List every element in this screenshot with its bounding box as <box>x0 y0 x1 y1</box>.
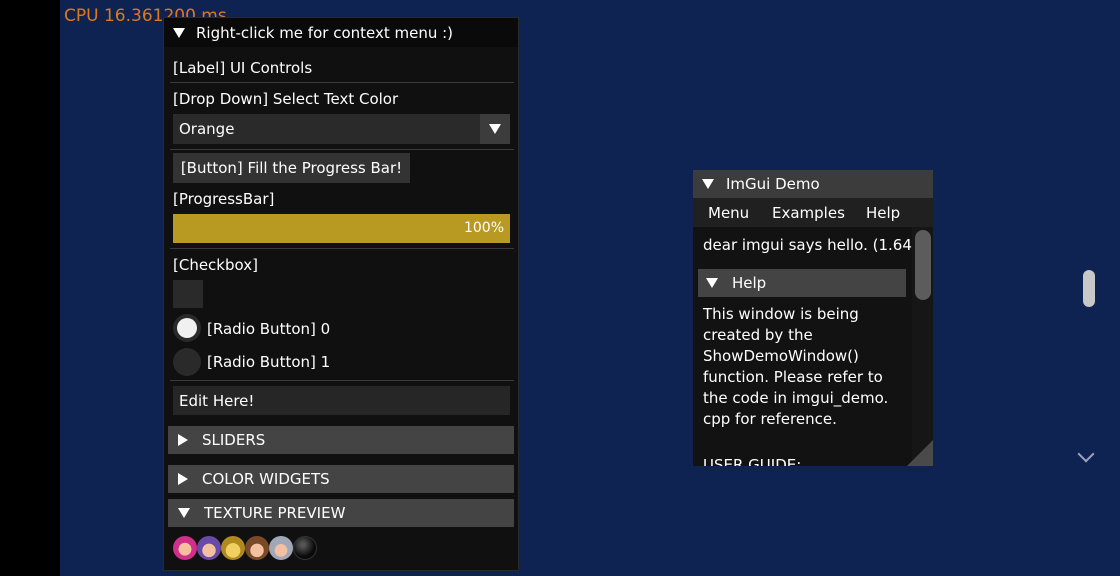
progress-bar-label: [ProgressBar] <box>173 190 275 208</box>
header-sliders-label: SLIDERS <box>202 431 266 449</box>
header-texture-preview[interactable]: TEXTURE PREVIEW <box>168 499 514 527</box>
demo-menu-bar: Menu Examples Help <box>693 198 933 227</box>
label-ui-controls: [Label] UI Controls <box>173 59 313 77</box>
header-color-widgets-label: COLOR WIDGETS <box>202 470 330 488</box>
separator <box>170 82 514 83</box>
black-orb-icon <box>293 536 317 560</box>
pink-character-icon <box>173 536 197 560</box>
radio-label-1: [Radio Button] 1 <box>207 353 331 371</box>
astronaut-character-icon <box>269 536 293 560</box>
help-header[interactable]: Help <box>698 269 906 297</box>
header-texture-preview-label: TEXTURE PREVIEW <box>204 504 346 522</box>
controls-window-title-bar[interactable]: Right-click me for context menu :) <box>164 18 518 47</box>
expand-arrow-icon <box>178 434 188 446</box>
progress-bar: 100% <box>173 214 510 243</box>
demo-window-title: ImGui Demo <box>726 175 820 193</box>
left-edge-bar <box>0 0 60 576</box>
demo-scrollbar-thumb[interactable] <box>915 230 931 300</box>
resize-grip-icon[interactable] <box>907 440 933 466</box>
header-color-widgets[interactable]: COLOR WIDGETS <box>168 465 514 493</box>
radio-selected-dot <box>177 318 197 338</box>
dropdown-arrow-button[interactable] <box>480 114 510 144</box>
demo-window-title-bar[interactable]: ImGui Demo <box>693 170 933 198</box>
edit-text-input[interactable]: Edit Here! <box>173 386 510 415</box>
chevron-down-icon <box>489 124 501 134</box>
imgui-demo-window[interactable]: ImGui Demo Menu Examples Help dear imgui… <box>693 170 933 466</box>
controls-window[interactable]: Right-click me for context menu :) [Labe… <box>163 17 519 571</box>
progress-bar-fill <box>173 214 510 243</box>
separator <box>170 248 514 249</box>
radio-button-0[interactable] <box>173 314 201 342</box>
separator <box>170 380 514 381</box>
text-color-dropdown[interactable]: Orange <box>173 114 510 144</box>
menu-item-menu[interactable]: Menu <box>708 204 749 222</box>
header-sliders[interactable]: SLIDERS <box>168 426 514 454</box>
expand-arrow-icon <box>178 473 188 485</box>
radio-button-1[interactable] <box>173 348 201 376</box>
collapse-arrow-icon[interactable] <box>702 179 714 189</box>
dropdown-label: [Drop Down] Select Text Color <box>173 90 399 108</box>
help-line: the code in imgui_demo. <box>703 389 889 407</box>
page-scrollbar-thumb[interactable] <box>1083 270 1095 307</box>
menu-item-examples[interactable]: Examples <box>772 204 845 222</box>
controls-window-title: Right-click me for context menu :) <box>196 23 454 42</box>
menu-item-help[interactable]: Help <box>866 204 900 222</box>
help-paragraph: This window is being created by the Show… <box>703 304 903 430</box>
edit-text-value: Edit Here! <box>179 392 255 410</box>
separator <box>170 149 514 150</box>
yellow-character-icon <box>221 536 245 560</box>
brown-character-icon <box>245 536 269 560</box>
help-line: cpp for reference. <box>703 410 837 428</box>
collapse-arrow-icon <box>706 278 718 288</box>
chevron-down-icon[interactable] <box>1077 445 1095 463</box>
collapse-arrow-icon[interactable] <box>173 27 185 38</box>
fill-progress-button[interactable]: [Button] Fill the Progress Bar! <box>173 153 410 183</box>
user-guide-heading: USER GUIDE: <box>703 456 802 466</box>
purple-character-icon <box>197 536 221 560</box>
texture-preview-icons <box>173 536 317 560</box>
checkbox[interactable] <box>173 280 203 308</box>
help-header-label: Help <box>732 274 767 292</box>
help-line: This window is being <box>703 305 859 323</box>
collapse-arrow-icon <box>178 508 190 518</box>
help-line: ShowDemoWindow() <box>703 347 859 365</box>
help-line: created by the <box>703 326 813 344</box>
dropdown-selected-value: Orange <box>179 120 235 138</box>
checkbox-label: [Checkbox] <box>173 256 258 274</box>
help-line: function. Please refer to <box>703 368 883 386</box>
progress-percent: 100% <box>463 220 504 236</box>
hello-text: dear imgui says hello. (1.64 <box>703 236 912 254</box>
radio-label-0: [Radio Button] 0 <box>207 320 331 338</box>
